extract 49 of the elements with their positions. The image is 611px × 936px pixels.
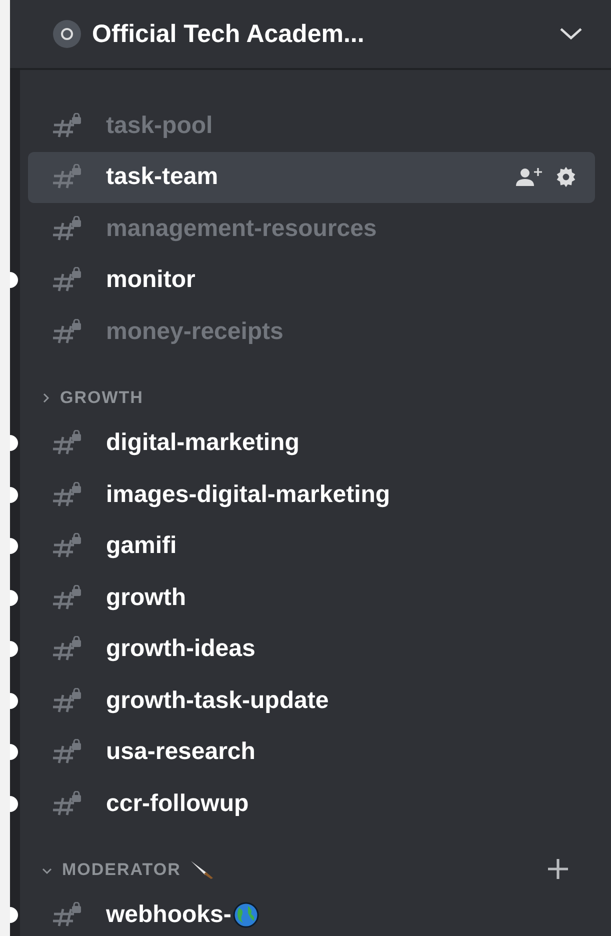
locked-hash-icon bbox=[52, 482, 82, 508]
channel-item[interactable]: growth-task-update bbox=[28, 675, 595, 726]
channel-name: usa-research bbox=[106, 738, 256, 766]
channel-name: growth bbox=[106, 584, 186, 612]
locked-hash-icon bbox=[52, 318, 82, 345]
locked-hash-icon bbox=[52, 112, 82, 139]
locked-hash-icon bbox=[52, 267, 82, 294]
channel-item[interactable]: monitor bbox=[28, 254, 595, 306]
chevron-down-icon[interactable] bbox=[559, 27, 583, 41]
channel-item[interactable]: usa-research bbox=[28, 726, 595, 778]
channel-name: digital-marketing bbox=[106, 429, 300, 458]
server-icon bbox=[52, 19, 82, 49]
locked-hash-icon bbox=[52, 636, 82, 662]
channel-item[interactable]: images-digital-marketing bbox=[28, 469, 595, 520]
channel-name: images-digital-marketing bbox=[106, 480, 390, 509]
locked-hash-icon bbox=[52, 790, 82, 817]
channel-name: task-team bbox=[106, 163, 218, 192]
category-name[interactable]: GROWTH bbox=[60, 388, 144, 408]
settings-icon[interactable] bbox=[555, 166, 577, 188]
channel-name: management-resources bbox=[106, 214, 377, 243]
locked-hash-icon bbox=[52, 533, 82, 560]
category-name[interactable]: MODERATOR bbox=[62, 860, 181, 880]
locked-hash-icon bbox=[52, 902, 82, 928]
locked-hash-icon bbox=[52, 216, 82, 242]
channel-name: growth-ideas bbox=[106, 635, 256, 664]
server-name[interactable]: Official Tech Academ... bbox=[92, 20, 364, 48]
channel-name: growth-task-update bbox=[106, 686, 329, 715]
add-member-icon[interactable] bbox=[515, 167, 543, 188]
locked-hash-icon bbox=[52, 739, 82, 766]
channel-item[interactable]: growth bbox=[28, 572, 595, 624]
locked-hash-icon bbox=[52, 584, 82, 611]
locked-hash-icon bbox=[52, 164, 82, 190]
channel-name: task-pool bbox=[106, 112, 213, 140]
channel-item[interactable]: digital-marketing bbox=[28, 418, 595, 469]
channel-item[interactable]: gamifi bbox=[28, 520, 595, 572]
channel-item[interactable]: growth-ideas bbox=[28, 624, 595, 675]
locked-hash-icon bbox=[52, 430, 82, 456]
channel-name: gamifi bbox=[106, 532, 177, 560]
channel-name: money-receipts bbox=[106, 318, 284, 346]
selected-channel[interactable]: task-team bbox=[28, 152, 595, 203]
channel-name: ccr-followup bbox=[106, 790, 249, 818]
channel-name: monitor bbox=[106, 266, 196, 294]
caret-down-icon[interactable] bbox=[42, 866, 52, 874]
plus-icon[interactable] bbox=[547, 858, 569, 880]
channel-item[interactable]: ccr-followup bbox=[28, 778, 595, 830]
channel-item[interactable]: webhooks- bbox=[28, 890, 595, 936]
channel-name: webhooks- bbox=[106, 901, 232, 930]
caret-right-icon[interactable] bbox=[42, 392, 50, 402]
locked-hash-icon bbox=[52, 688, 82, 714]
